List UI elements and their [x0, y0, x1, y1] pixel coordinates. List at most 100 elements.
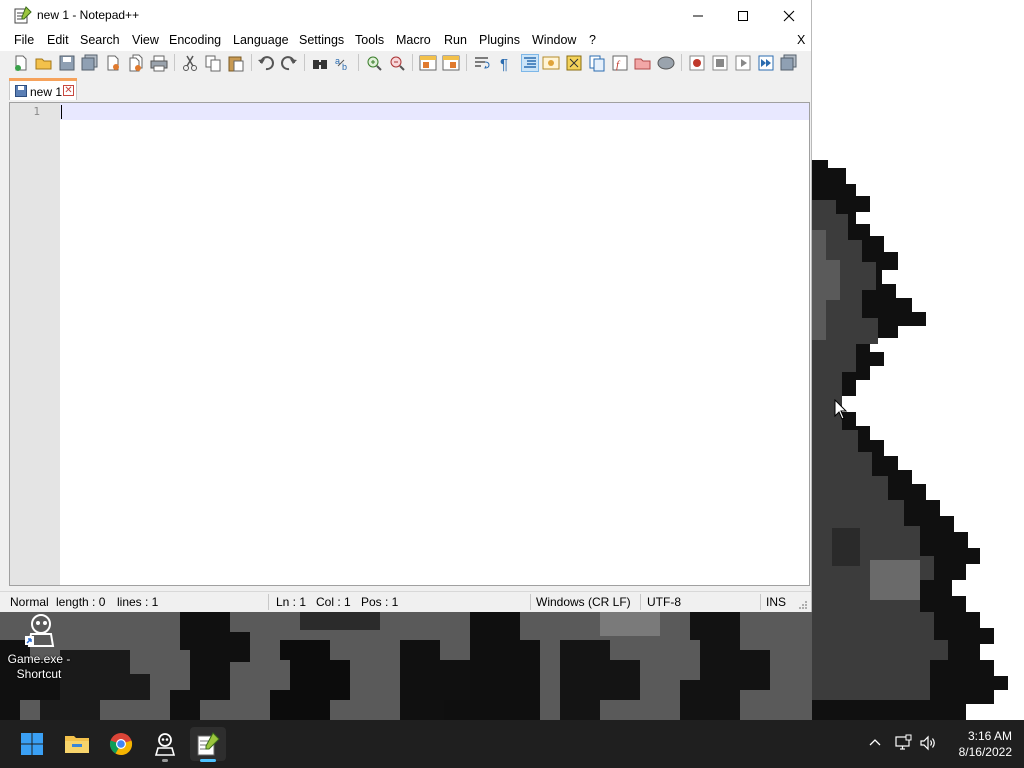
tab-close-icon[interactable]: ✕ — [63, 85, 74, 96]
start-icon — [21, 733, 43, 755]
print-icon[interactable] — [150, 54, 168, 72]
close-button[interactable] — [766, 0, 812, 31]
line-number-gutter: 1 — [10, 103, 60, 585]
chevron-up-icon — [869, 739, 881, 746]
volume-button[interactable] — [919, 734, 937, 755]
menu-help[interactable]: ? — [589, 33, 596, 47]
title-bar[interactable]: new 1 - Notepad++ — [0, 0, 811, 31]
play-macro-icon[interactable] — [734, 54, 752, 72]
redo-icon[interactable] — [280, 54, 298, 72]
copy-icon[interactable] — [204, 54, 222, 72]
save-icon[interactable] — [58, 54, 76, 72]
menu-settings[interactable]: Settings — [299, 33, 344, 47]
monitoring-icon[interactable] — [657, 54, 675, 72]
menu-search[interactable]: Search — [80, 33, 120, 47]
taskbar-notepadpp[interactable] — [190, 727, 226, 762]
sync-vertical-icon[interactable] — [419, 54, 437, 72]
mouse-cursor-icon — [834, 399, 848, 420]
taskbar-file-explorer[interactable] — [59, 727, 95, 761]
status-eol[interactable]: Windows (CR LF) — [536, 595, 631, 609]
tab-active-indicator — [9, 78, 77, 81]
save-macro-icon[interactable] — [780, 54, 798, 72]
shortcut-label-line2: Shortcut — [16, 667, 62, 681]
save-all-icon[interactable] — [81, 54, 99, 72]
document-list-icon[interactable] — [588, 54, 606, 72]
zoom-out-icon[interactable] — [388, 54, 406, 72]
word-wrap-icon[interactable] — [473, 54, 491, 72]
editor-area[interactable]: 1 — [9, 102, 810, 586]
taskbar: 3:16 AM 8/16/2022 — [0, 720, 1024, 768]
clock-time: 3:16 AM — [967, 729, 1012, 743]
taskbar-clock[interactable]: 3:16 AM 8/16/2022 — [940, 728, 1012, 760]
running-indicator — [162, 759, 168, 762]
minimize-icon — [693, 15, 703, 16]
undo-icon[interactable] — [257, 54, 275, 72]
desktop-shortcut-game[interactable]: Game.exe - Shortcut — [4, 612, 74, 682]
status-pos: Pos : 1 — [361, 595, 399, 609]
line-number: 1 — [33, 105, 40, 118]
menu-tools[interactable]: Tools — [355, 33, 384, 47]
clock-date: 8/16/2022 — [958, 745, 1012, 759]
status-encoding[interactable]: UTF-8 — [647, 595, 681, 609]
new-file-icon[interactable] — [12, 54, 30, 72]
game-icon — [154, 733, 176, 756]
maximize-button[interactable] — [720, 0, 766, 31]
user-language-icon[interactable] — [542, 54, 560, 72]
chrome-icon — [109, 733, 133, 756]
folder-workspace-icon[interactable] — [634, 54, 652, 72]
show-all-characters-icon[interactable]: ¶ — [496, 54, 514, 73]
close-all-icon[interactable] — [127, 54, 145, 72]
cut-icon[interactable] — [181, 54, 199, 72]
svg-text:b: b — [342, 62, 347, 72]
menu-view[interactable]: View — [132, 33, 159, 47]
menu-macro[interactable]: Macro — [396, 33, 431, 47]
unsaved-file-icon — [15, 85, 27, 97]
notepadpp-icon — [197, 732, 220, 756]
show-hidden-icons-button[interactable] — [867, 734, 883, 753]
notepadpp-window: new 1 - Notepad++ File Edit Search View … — [0, 0, 812, 612]
network-status-button[interactable] — [894, 734, 912, 755]
menu-run[interactable]: Run — [444, 33, 467, 47]
start-button[interactable] — [14, 727, 50, 761]
maximize-icon — [738, 10, 748, 21]
menu-file[interactable]: File — [14, 33, 34, 47]
doc-map-icon[interactable] — [565, 54, 583, 72]
stop-macro-icon[interactable] — [711, 54, 729, 72]
current-line-highlight — [60, 103, 809, 120]
menu-bar: File Edit Search View Encoding Language … — [0, 31, 811, 51]
find-icon[interactable] — [311, 54, 329, 72]
indent-guide-icon[interactable] — [521, 54, 539, 72]
active-indicator — [200, 759, 216, 762]
status-insert-mode[interactable]: INS — [766, 595, 786, 609]
close-document-button[interactable]: X — [797, 33, 805, 47]
sync-horizontal-icon[interactable] — [442, 54, 460, 72]
status-lines: lines : 1 — [117, 595, 159, 609]
close-file-icon[interactable] — [104, 54, 122, 72]
svg-text:¶: ¶ — [500, 56, 508, 72]
run-macro-multiple-icon[interactable] — [757, 54, 775, 72]
paste-icon[interactable] — [227, 54, 245, 72]
game-shortcut-icon — [19, 612, 59, 650]
close-icon — [783, 10, 795, 21]
record-macro-icon[interactable] — [688, 54, 706, 72]
tab-new-1[interactable]: new 1 ✕ — [9, 78, 77, 100]
taskbar-game[interactable] — [147, 727, 183, 762]
menu-encoding[interactable]: Encoding — [169, 33, 221, 47]
status-length: length : 0 — [56, 595, 106, 609]
resize-grip-icon[interactable] — [798, 600, 808, 610]
text-caret — [61, 105, 62, 119]
minimize-button[interactable] — [675, 0, 721, 31]
file-explorer-icon — [65, 736, 89, 753]
taskbar-chrome[interactable] — [103, 727, 139, 761]
zoom-in-icon[interactable] — [365, 54, 383, 72]
menu-edit[interactable]: Edit — [47, 33, 69, 47]
menu-language[interactable]: Language — [233, 33, 289, 47]
function-list-icon[interactable]: f — [611, 54, 629, 72]
status-ln: Ln : 1 — [276, 595, 307, 609]
network-icon — [895, 734, 912, 750]
replace-icon[interactable]: ab — [334, 54, 352, 72]
menu-window[interactable]: Window — [532, 33, 576, 47]
open-file-icon[interactable] — [35, 54, 53, 72]
menu-plugins[interactable]: Plugins — [479, 33, 520, 47]
notepadpp-icon — [14, 6, 32, 24]
